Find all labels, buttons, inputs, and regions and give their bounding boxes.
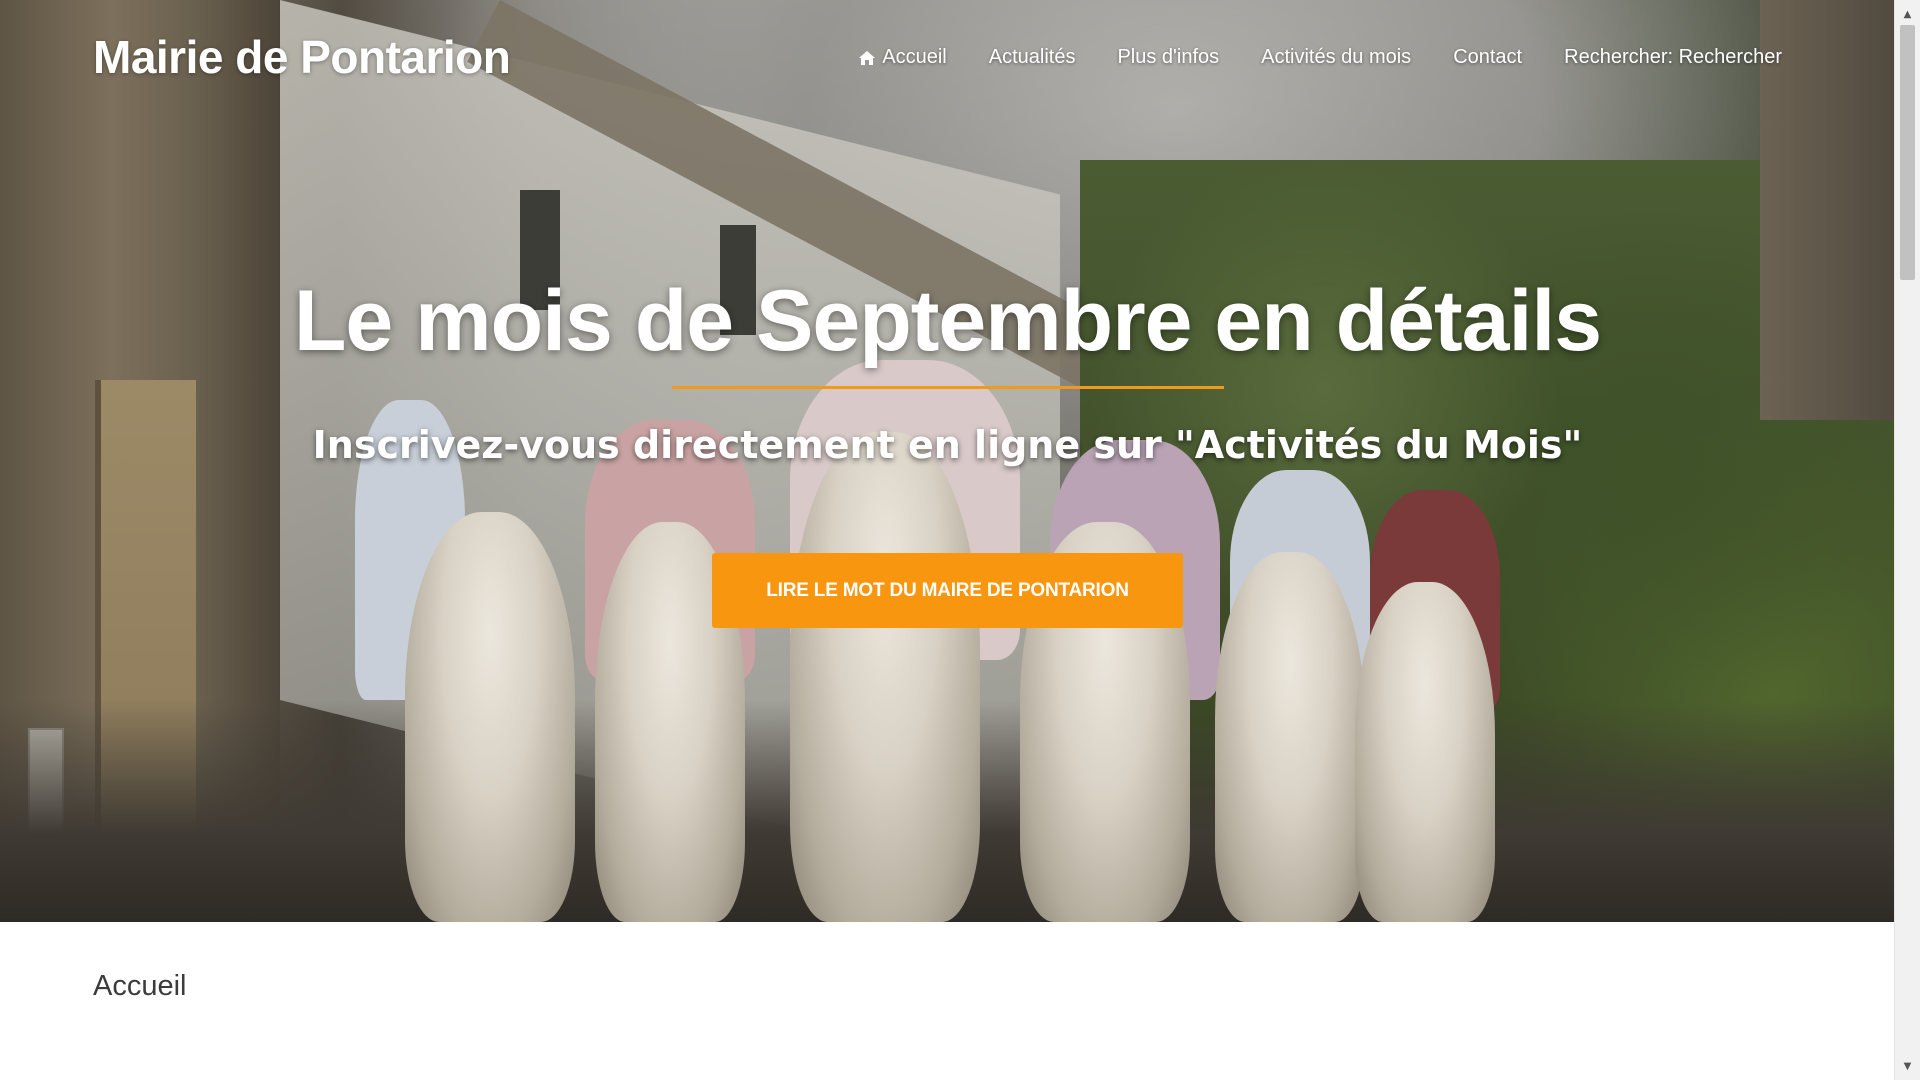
- site-brand[interactable]: Mairie de Pontarion: [93, 30, 511, 84]
- nav-item-actualites[interactable]: Actualités: [989, 46, 1076, 69]
- nav-item-rechercher[interactable]: Rechercher: Rechercher: [1564, 46, 1782, 69]
- nav-item-accueil[interactable]: Accueil: [858, 46, 947, 69]
- top-navbar: Mairie de Pontarion Accueil Actualités P…: [0, 0, 1895, 118]
- main-content: Accueil: [0, 922, 1895, 1080]
- nav-item-activites-du-mois[interactable]: Activités du mois: [1261, 46, 1411, 69]
- main-nav: Accueil Actualités Plus d'infos Activité…: [816, 46, 1782, 69]
- nav-item-plus-infos[interactable]: Plus d'infos: [1117, 46, 1219, 69]
- section-title: Accueil: [93, 970, 187, 1002]
- scroll-thumb[interactable]: [1900, 25, 1915, 280]
- mot-du-maire-button[interactable]: LIRE LE MOT DU MAIRE DE PONTARION: [712, 553, 1183, 628]
- hero-content: Le mois de Septembre en détails Inscrive…: [0, 0, 1895, 922]
- hero-title: Le mois de Septembre en détails: [293, 273, 1602, 369]
- hero-subtitle: Inscrivez-vous directement en ligne sur …: [312, 423, 1583, 467]
- scroll-down-arrow-icon[interactable]: ▼: [1895, 1056, 1920, 1076]
- hero-divider: [672, 386, 1224, 389]
- home-icon: [858, 50, 876, 66]
- vertical-scrollbar[interactable]: ▲ ▼: [1894, 0, 1920, 1080]
- nav-item-label: Accueil: [882, 46, 947, 68]
- nav-item-contact[interactable]: Contact: [1453, 46, 1522, 69]
- page: Mairie de Pontarion Accueil Actualités P…: [0, 0, 1920, 1080]
- scroll-up-arrow-icon[interactable]: ▲: [1895, 4, 1920, 24]
